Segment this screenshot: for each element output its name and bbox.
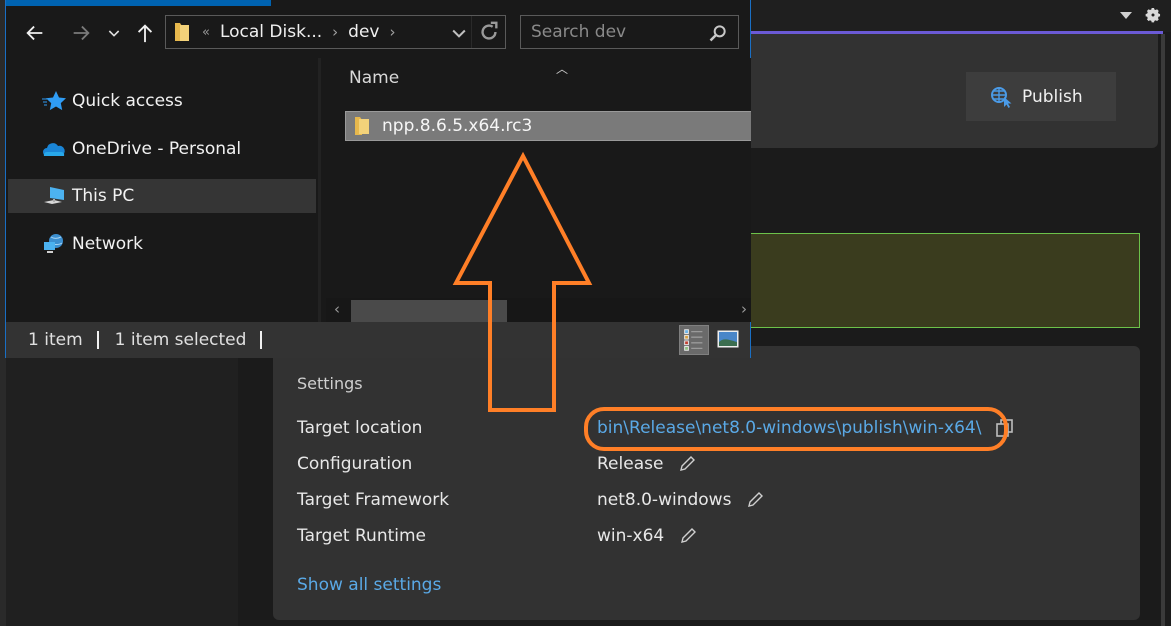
pencil-icon[interactable] (745, 490, 765, 510)
target-runtime-label: Target Runtime (297, 526, 427, 546)
large-icons-view-button[interactable] (717, 330, 739, 348)
target-runtime-text: win-x64 (597, 526, 665, 546)
publish-globe-icon (991, 86, 1012, 108)
computer-icon (44, 187, 64, 204)
file-row[interactable]: npp.8.6.5.x64.rc3 (345, 111, 751, 141)
nav-item-quick-access[interactable]: Quick access (8, 84, 316, 118)
vertical-scrollbar[interactable] (1161, 34, 1165, 626)
target-location-link[interactable]: bin\Release\net8.0-windows\publish\win-x… (597, 418, 981, 438)
recent-locations-button[interactable] (104, 18, 124, 48)
forward-button[interactable] (64, 18, 98, 48)
network-icon (44, 234, 63, 253)
breadcrumb-dev[interactable]: dev (348, 22, 379, 42)
file-explorer-window: « Local Disk... › dev › Quick access (5, 0, 751, 358)
target-location-value: bin\Release\net8.0-windows\publish\win-x… (597, 418, 1015, 438)
folder-icon (175, 23, 189, 41)
pencil-icon[interactable] (678, 526, 698, 546)
scroll-right-icon[interactable]: › (741, 300, 747, 318)
content-pane: ︿ Name npp.8.6.5.x64.rc3 ‹ › (321, 58, 751, 322)
nav-item-label: This PC (72, 186, 135, 206)
show-all-settings-link[interactable]: Show all settings (297, 575, 441, 595)
vs-left-gutter (6, 358, 238, 626)
folder-icon (355, 117, 369, 135)
overflow-indicator[interactable]: « (202, 25, 210, 40)
item-count: 1 item (28, 330, 83, 350)
status-separator (96, 331, 99, 349)
tab-dropdown-icon[interactable] (1120, 12, 1132, 19)
details-view-icon (684, 329, 703, 351)
target-runtime-value: win-x64 (597, 526, 698, 546)
publish-button-label: Publish (1022, 86, 1083, 107)
document-tab-bar (750, 0, 1171, 32)
target-framework-label: Target Framework (297, 490, 450, 510)
breadcrumb-chevron-icon[interactable]: › (332, 23, 338, 41)
settings-title: Settings (297, 374, 363, 393)
search-box[interactable] (520, 15, 739, 49)
navigation-pane: Quick access OneDrive - Personal This PC (6, 58, 318, 322)
target-framework-text: net8.0-windows (597, 490, 732, 510)
configuration-text: Release (597, 454, 664, 474)
nav-item-label: Quick access (72, 91, 183, 111)
nav-item-onedrive[interactable]: OneDrive - Personal (8, 132, 316, 166)
cloud-icon (43, 143, 65, 156)
star-icon (42, 91, 66, 111)
nav-item-network[interactable]: Network (8, 227, 316, 261)
refresh-icon (480, 21, 498, 40)
pencil-icon[interactable] (677, 454, 697, 474)
target-framework-value: net8.0-windows (597, 490, 765, 510)
target-location-label: Target location (297, 418, 423, 438)
search-input[interactable] (531, 22, 701, 42)
address-bar[interactable]: « Local Disk... › dev › (165, 15, 506, 49)
sort-ascending-icon: ︿ (556, 62, 569, 76)
status-separator (260, 331, 263, 349)
publish-success-banner (700, 233, 1140, 328)
forward-arrow-icon (73, 25, 90, 41)
publish-button[interactable]: Publish (966, 72, 1116, 121)
nav-item-this-pc[interactable]: This PC (8, 179, 316, 213)
refresh-button[interactable] (471, 16, 505, 48)
details-view-button[interactable] (679, 325, 709, 355)
column-header-name[interactable]: Name (349, 68, 399, 88)
status-bar: 1 item 1 item selected (6, 322, 750, 358)
chevron-down-icon (108, 30, 120, 37)
back-button[interactable] (18, 18, 52, 48)
explorer-title-strip (6, 0, 271, 6)
copy-icon[interactable] (995, 418, 1015, 438)
nav-item-label: OneDrive - Personal (72, 139, 242, 159)
up-button[interactable] (132, 18, 158, 48)
scrollbar-thumb[interactable] (351, 300, 507, 322)
breadcrumb-local-disk[interactable]: Local Disk... (220, 22, 322, 42)
configuration-value: Release (597, 454, 697, 474)
address-history-dropdown-icon[interactable] (449, 23, 469, 43)
gear-icon[interactable] (1144, 6, 1162, 24)
up-arrow-icon (137, 24, 153, 43)
horizontal-scrollbar[interactable]: ‹ › (326, 298, 751, 322)
breadcrumb-chevron-icon[interactable]: › (389, 23, 395, 41)
file-name: npp.8.6.5.x64.rc3 (382, 116, 533, 136)
back-arrow-icon (26, 25, 43, 41)
search-icon[interactable] (708, 23, 728, 43)
scroll-left-icon[interactable]: ‹ (334, 300, 340, 318)
selection-count: 1 item selected (114, 330, 247, 350)
nav-item-label: Network (72, 234, 143, 254)
configuration-label: Configuration (297, 454, 413, 474)
